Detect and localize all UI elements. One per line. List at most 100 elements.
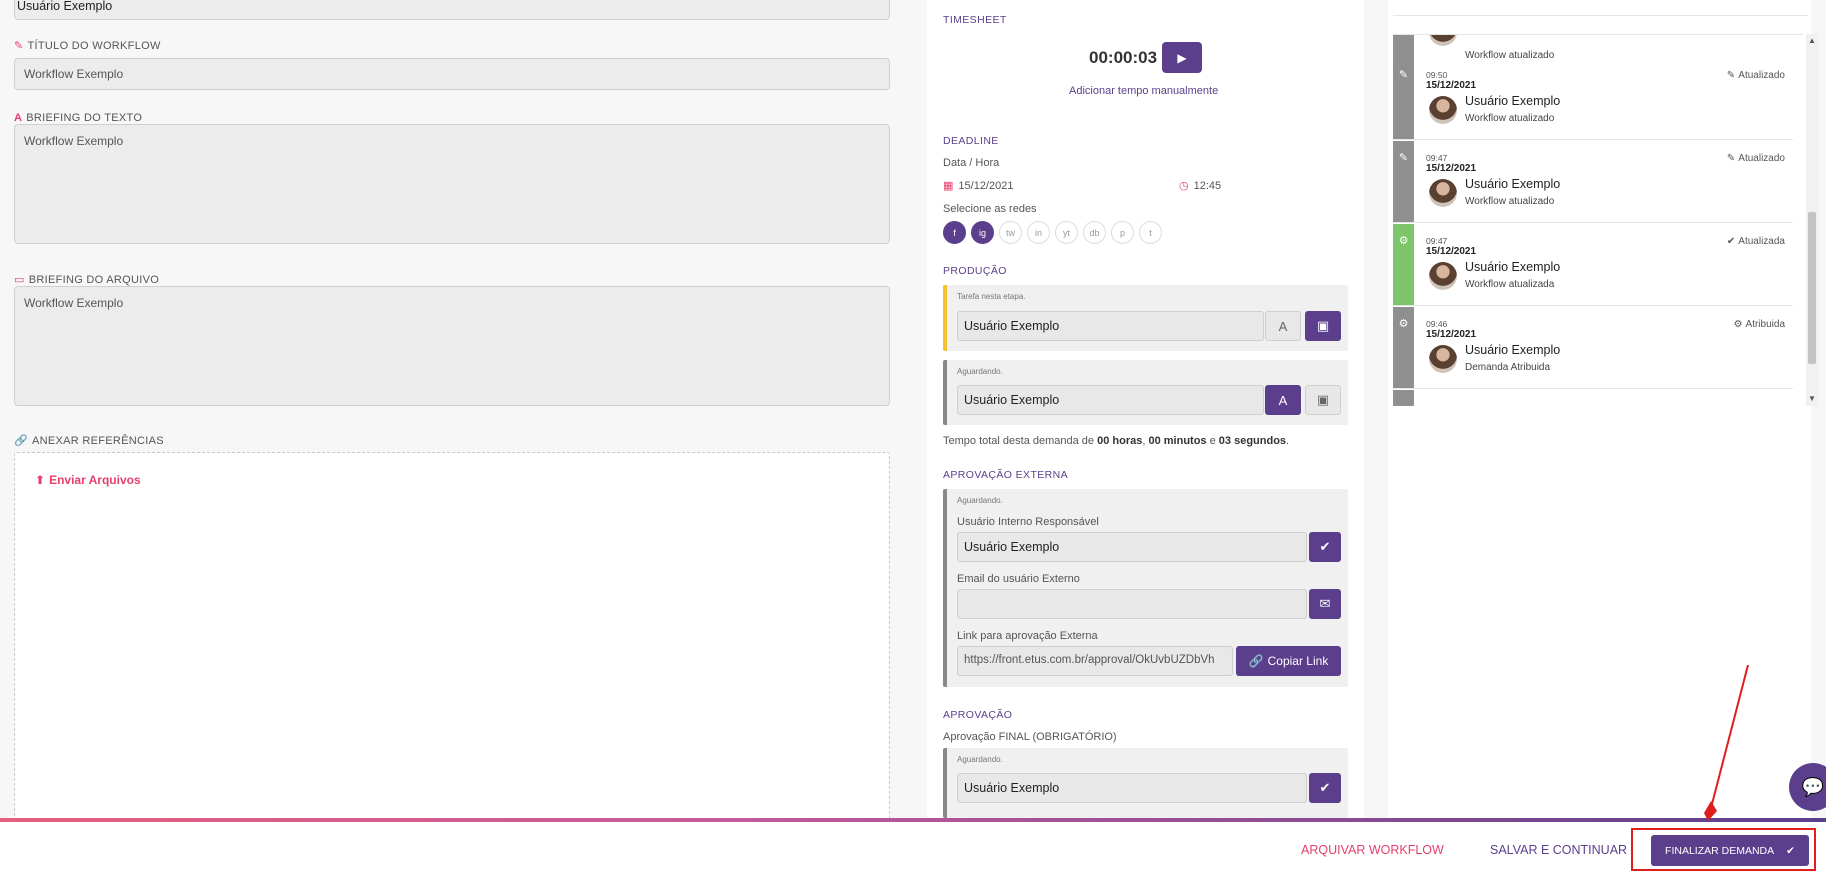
user-input[interactable]: Usuário Exemplo xyxy=(14,0,890,20)
production-user-field-2[interactable]: Usuário Exemplo xyxy=(957,385,1264,415)
image-icon: ▣ xyxy=(1316,392,1330,407)
approval-waiting-text: Aguardando. xyxy=(957,755,1003,764)
scroll-up-icon[interactable]: ▲ xyxy=(1808,36,1816,45)
deadline-time[interactable]: ◷ 12:45 xyxy=(1179,179,1221,193)
history-action: ✔ Atualizada xyxy=(1727,236,1785,247)
history-action: ✎ Atualizado xyxy=(1727,70,1785,81)
save-continue-button[interactable]: SALVAR E CONTINUAR xyxy=(1490,843,1627,857)
history-scrollbar[interactable]: ▲ ▼ xyxy=(1806,34,1818,406)
pencil-icon: ✎ xyxy=(1726,153,1736,164)
production-title: PRODUÇÃO xyxy=(943,265,1007,277)
ext-link-input[interactable]: https://front.etus.com.br/approval/OkUvb… xyxy=(957,646,1233,676)
text-briefing-label-text: BRIEFING DO TEXTO xyxy=(26,112,143,124)
text-briefing-label: A BRIEFING DO TEXTO xyxy=(14,112,142,124)
envelope-icon: ✉ xyxy=(1319,596,1331,611)
confirm-approval-button[interactable]: ✔ xyxy=(1309,773,1341,803)
external-approval-title: APROVAÇÃO EXTERNA xyxy=(943,469,1069,481)
workflow-title-label: ✎ TÍTULO DO WORKFLOW xyxy=(14,40,161,52)
file-briefing-textarea[interactable]: Workflow Exemplo xyxy=(14,286,890,406)
upload-icon: ⬆ xyxy=(35,473,46,487)
history-item: ⚙ 09:47 15/12/2021 Usuário Exemplo Workf… xyxy=(1393,224,1793,306)
scrollbar-thumb[interactable] xyxy=(1808,212,1816,364)
gear-icon: ⚙ xyxy=(1393,307,1414,388)
avatar xyxy=(1429,35,1457,46)
calendar-icon: ▦ xyxy=(943,180,954,192)
approval-user-field[interactable]: Usuário Exemplo xyxy=(957,773,1307,803)
history-date: 15/12/2021 xyxy=(1426,246,1477,257)
link-icon: 🔗 xyxy=(14,434,28,447)
history-action-label: Atribuida xyxy=(1745,319,1785,330)
linkedin-icon[interactable]: in xyxy=(1027,221,1050,244)
send-files-button[interactable]: ⬆ Enviar Arquivos xyxy=(35,473,141,487)
history-user: Usuário Exemplo xyxy=(1465,177,1561,191)
dribbble-icon[interactable]: db xyxy=(1083,221,1106,244)
references-dropzone[interactable]: ⬆ Enviar Arquivos xyxy=(14,452,890,822)
send-email-button[interactable]: ✉ xyxy=(1309,589,1341,619)
edit-icon: ✎ xyxy=(14,39,24,52)
internal-user-field[interactable]: Usuário Exemplo xyxy=(957,532,1307,562)
file-briefing-label: ▭ BRIEFING DO ARQUIVO xyxy=(14,274,159,286)
font-icon: A xyxy=(1278,318,1288,334)
font-icon: A xyxy=(1278,392,1288,408)
scroll-down-icon[interactable]: ▼ xyxy=(1808,394,1816,403)
font-icon: A xyxy=(14,111,23,124)
deadline-title: DEADLINE xyxy=(943,135,999,147)
final-approval-card: Aguardando. Usuário Exemplo ✔ xyxy=(943,748,1348,818)
deadline-date[interactable]: ▦ 15/12/2021 xyxy=(943,179,1013,193)
history-date: 15/12/2021 xyxy=(1426,80,1477,91)
history-list[interactable]: Workflow atualizado ✎ 09:50 15/12/2021 U… xyxy=(1393,34,1803,406)
twitter-icon[interactable]: tw xyxy=(999,221,1022,244)
finish-demand-label: FINALIZAR DEMANDA xyxy=(1665,844,1775,857)
check-icon: ✔ xyxy=(1786,844,1795,857)
history-time: 09:50 xyxy=(1426,70,1448,80)
text-task-button-2[interactable]: A xyxy=(1265,385,1301,415)
play-button[interactable]: ▶ xyxy=(1162,42,1202,73)
ext-waiting-text: Aguardando. xyxy=(957,496,1003,505)
total-minutes: 00 minutos xyxy=(1148,435,1207,447)
archive-workflow-button[interactable]: ARQUIVAR WORKFLOW xyxy=(1301,843,1444,857)
link-icon: 🔗 xyxy=(1248,654,1264,668)
history-action-label: Atualizada xyxy=(1738,236,1785,247)
facebook-icon[interactable]: f xyxy=(943,221,966,244)
copy-link-button[interactable]: 🔗 Copiar Link xyxy=(1236,646,1341,676)
page: Usuário Exemplo ✎ TÍTULO DO WORKFLOW Wor… xyxy=(0,0,1826,871)
internal-user-label: Usuário Interno Responsável xyxy=(957,516,1099,528)
tumblr-icon[interactable]: t xyxy=(1139,221,1162,244)
clock-icon: ◷ xyxy=(1179,180,1189,192)
image-icon: ▣ xyxy=(1316,318,1330,333)
image-task-button-1[interactable]: ▣ xyxy=(1305,311,1341,341)
add-manual-time-link[interactable]: Adicionar tempo manualmente xyxy=(1069,85,1218,97)
history-desc: Workflow atualizado xyxy=(1465,113,1555,124)
image-task-button-2[interactable]: ▣ xyxy=(1305,385,1341,415)
ext-link-label: Link para aprovação Externa xyxy=(957,630,1098,642)
confirm-internal-user-button[interactable]: ✔ xyxy=(1309,532,1341,562)
workflow-title-input[interactable]: Workflow Exemplo xyxy=(14,58,890,90)
networks-label: Selecione as redes xyxy=(943,203,1037,215)
history-time: 09:47 xyxy=(1426,153,1448,163)
references-label: 🔗 ANEXAR REFERÊNCIAS xyxy=(14,435,164,447)
production-user-field-1[interactable]: Usuário Exemplo xyxy=(957,311,1264,341)
history-user: Usuário Exemplo xyxy=(1465,343,1561,357)
check-icon: ✔ xyxy=(1726,236,1736,247)
gear-icon: ⚙ xyxy=(1733,319,1743,330)
youtube-icon[interactable]: yt xyxy=(1055,221,1078,244)
workflow-form: Usuário Exemplo ✎ TÍTULO DO WORKFLOW Wor… xyxy=(0,0,900,822)
history-user: Usuário Exemplo xyxy=(1465,94,1561,108)
history-action: ⚙ Atribuida xyxy=(1734,319,1785,330)
text-briefing-textarea[interactable]: Workflow Exemplo xyxy=(14,124,890,244)
finish-demand-button[interactable]: FINALIZAR DEMANDA ✔ xyxy=(1651,835,1809,866)
text-task-button-1[interactable]: A xyxy=(1265,311,1301,341)
avatar xyxy=(1429,179,1457,207)
history-item: ⚙ 09:46 15/12/2021 Usuário Exemplo Deman… xyxy=(1393,307,1793,389)
ext-email-input[interactable] xyxy=(957,589,1307,619)
history-item: ✎ 09:47 15/12/2021 Usuário Exemplo Workf… xyxy=(1393,141,1793,223)
total-sep2: e xyxy=(1206,435,1219,447)
total-seconds: 03 segundos xyxy=(1218,435,1287,447)
production-waiting-card: Aguardando. Usuário Exemplo A ▣ xyxy=(943,360,1348,425)
pinterest-icon[interactable]: p xyxy=(1111,221,1134,244)
history-date: 15/12/2021 xyxy=(1426,329,1477,340)
ext-email-label: Email do usuário Externo xyxy=(957,573,1080,585)
instagram-icon[interactable]: ig xyxy=(971,221,994,244)
total-prefix: Tempo total desta demanda de xyxy=(943,435,1098,447)
history-item: ✎ 09:50 15/12/2021 Usuário Exemplo Workf… xyxy=(1393,58,1793,140)
